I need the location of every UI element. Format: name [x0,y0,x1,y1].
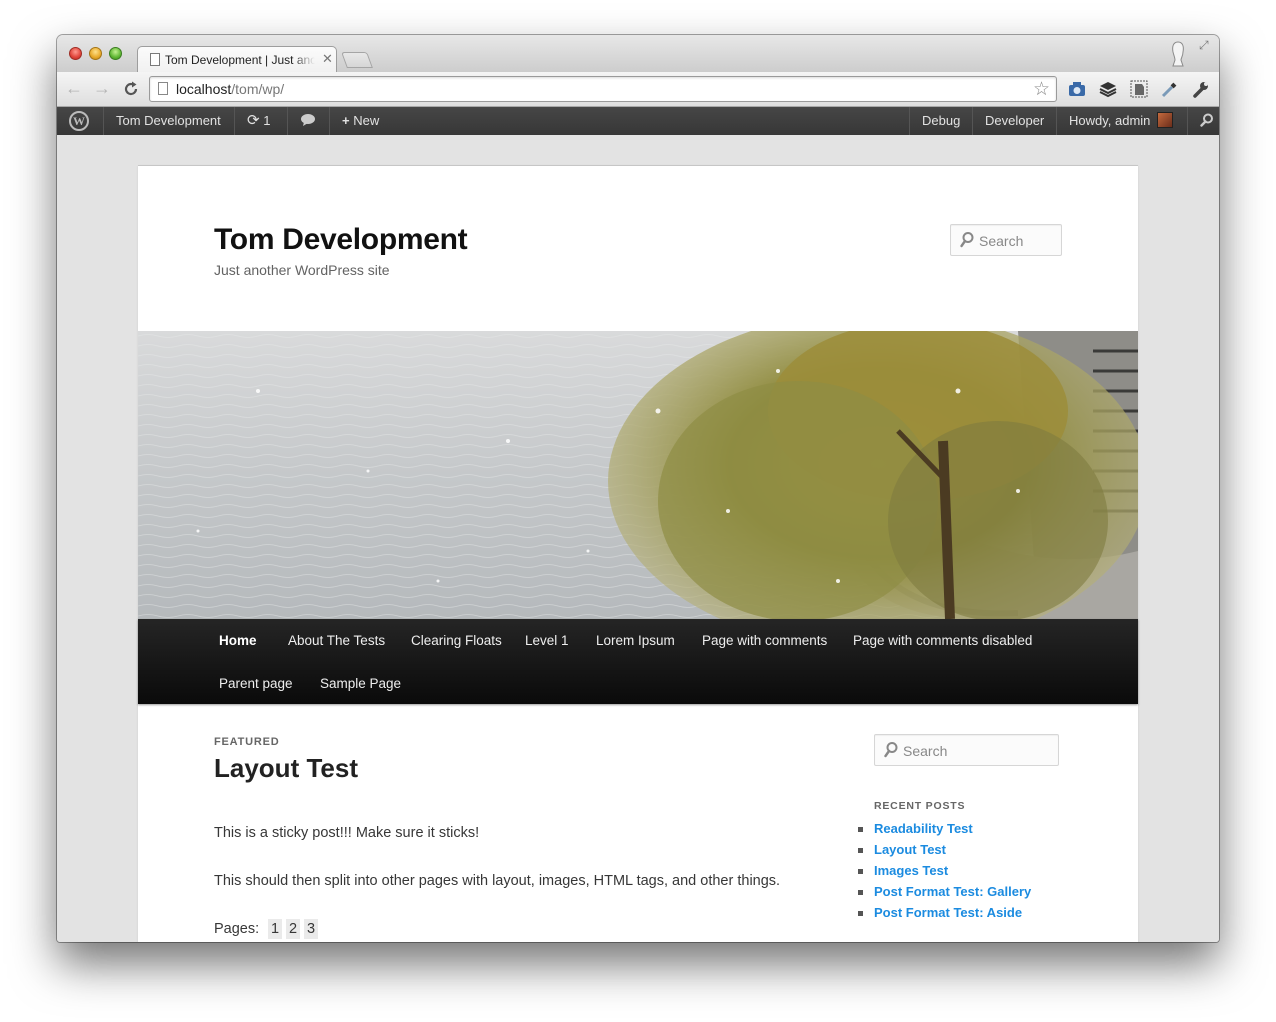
admin-new[interactable]: + New [329,107,391,135]
post-paragraph: This is a sticky post!!! Make sure it st… [214,825,480,841]
recent-posts-list: Readability Test Layout Test Images Test… [858,820,1031,925]
post-title[interactable]: Layout Test [214,753,358,784]
list-bullet [858,869,863,874]
recent-post-link[interactable]: Layout Test [858,841,1031,862]
header-search-input[interactable]: Search [950,224,1062,256]
browser-tab[interactable]: Tom Development | Just another WordPress… [137,46,337,72]
profile-icon[interactable] [1169,40,1187,68]
menu-item-lorem-ipsum[interactable]: Lorem Ipsum [596,633,675,648]
extension-eyedropper-icon[interactable] [1160,79,1180,99]
recent-post-link[interactable]: Readability Test [858,820,1031,841]
extension-layers-icon[interactable] [1098,79,1118,99]
recent-posts-title: RECENT POSTS [874,800,966,812]
admin-howdy[interactable]: Howdy, admin [1056,107,1185,135]
search-placeholder: Search [903,743,948,759]
page-icon [150,53,160,66]
recent-post-link[interactable]: Post Format Test: Gallery [858,883,1031,904]
admin-updates[interactable]: ⟳ 1 [234,107,282,135]
admin-search[interactable] [1187,107,1219,135]
menu-item-level-1[interactable]: Level 1 [525,633,569,648]
menu-item-sample-page[interactable]: Sample Page [320,676,401,691]
site-page: Tom Development Just another WordPress s… [138,165,1138,942]
reload-icon[interactable] [122,80,140,98]
primary-menu: Home About The Tests Clearing Floats Lev… [138,619,1138,704]
search-icon [884,742,898,758]
wp-admin-bar: W Tom Development ⟳ 1 + New Debug Develo… [57,107,1219,135]
featured-label: FEATURED [214,736,280,748]
wrench-icon[interactable] [1191,79,1211,99]
page-icon [158,82,168,95]
browser-toolbar: ← → localhost/tom/wp/ ☆ [57,72,1219,107]
menu-item-parent-page[interactable]: Parent page [219,676,293,691]
admin-debug[interactable]: Debug [909,107,972,135]
comments-icon [301,114,315,126]
zoom-window-button[interactable] [109,47,122,60]
pages-label: Pages: [214,921,260,937]
address-bar[interactable]: localhost/tom/wp/ ☆ [149,76,1057,102]
forward-button[interactable]: → [93,78,111,99]
menu-item-clearing-floats[interactable]: Clearing Floats [411,633,502,648]
extension-camera-icon[interactable] [1067,79,1087,99]
close-tab-icon[interactable]: ✕ [322,51,333,67]
search-icon [960,232,974,248]
tab-title: Tom Development | Just another WordPress… [165,53,315,67]
bookmark-star-icon[interactable]: ☆ [1033,78,1050,101]
new-tab-button[interactable] [341,52,373,68]
list-bullet [858,848,863,853]
page-viewport: Tom Development Just another WordPress s… [57,135,1219,942]
menu-item-home[interactable]: Home [219,633,257,648]
list-bullet [858,827,863,832]
page-link-3[interactable]: 3 [304,919,318,939]
recent-post-link[interactable]: Post Format Test: Aside [858,904,1031,925]
menu-item-page-with-comments[interactable]: Page with comments [702,633,827,648]
list-bullet [858,890,863,895]
extension-evernote-icon[interactable] [1129,79,1149,99]
site-description: Just another WordPress site [214,262,390,278]
search-placeholder: Search [979,233,1024,249]
admin-site-name[interactable]: Tom Development [103,107,233,135]
updates-icon: ⟳ [247,112,260,129]
minimize-window-button[interactable] [89,47,102,60]
list-bullet [858,911,863,916]
page-link-2[interactable]: 2 [286,919,300,939]
url-text: localhost/tom/wp/ [176,81,285,97]
close-window-button[interactable] [69,47,82,60]
sidebar-search-input[interactable]: Search [874,734,1059,766]
wordpress-logo-icon[interactable]: W [69,111,89,131]
post-paragraph: This should then split into other pages … [214,873,781,889]
menu-item-page-with-comments-disabled[interactable]: Page with comments disabled [853,633,1032,648]
menu-item-about-the-tests[interactable]: About The Tests [288,633,385,648]
plus-icon: + [342,113,350,128]
page-link-1[interactable]: 1 [268,919,282,939]
admin-comments[interactable] [287,107,328,135]
browser-window: Tom Development | Just another WordPress… [57,35,1219,942]
back-button[interactable]: ← [65,78,83,99]
recent-post-link[interactable]: Images Test [858,862,1031,883]
updates-count: 1 [263,113,271,128]
site-title[interactable]: Tom Development [214,223,468,257]
admin-developer[interactable]: Developer [972,107,1056,135]
search-icon [1200,113,1213,127]
tab-strip: Tom Development | Just another WordPress… [57,35,1219,72]
header-image [138,331,1138,619]
fullscreen-icon[interactable]: ⤢ [1199,38,1209,53]
avatar [1157,112,1174,128]
